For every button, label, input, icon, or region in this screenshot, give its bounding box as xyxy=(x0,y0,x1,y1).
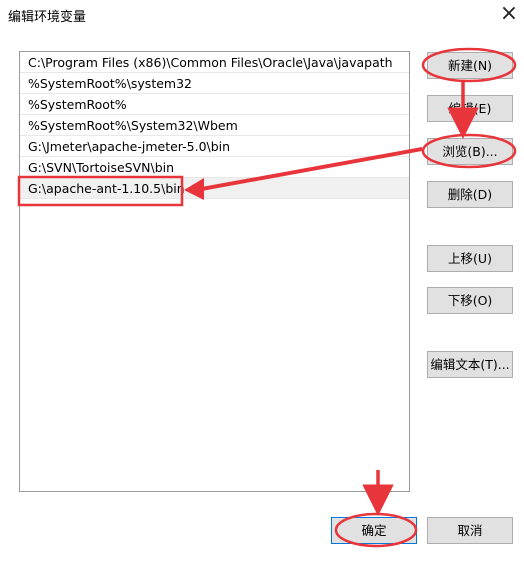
move-down-button[interactable]: 下移(O) xyxy=(427,287,513,314)
cancel-button[interactable]: 取消 xyxy=(427,517,513,544)
edit-button[interactable]: 编辑(E) xyxy=(427,95,513,122)
edit-text-button[interactable]: 编辑文本(T)... xyxy=(427,351,513,378)
new-button[interactable]: 新建(N) xyxy=(427,52,513,79)
move-up-button[interactable]: 上移(U) xyxy=(427,245,513,272)
delete-button[interactable]: 删除(D) xyxy=(427,181,513,208)
close-icon[interactable]: × xyxy=(494,0,524,28)
list-item[interactable]: G:\SVN\TortoiseSVN\bin xyxy=(20,157,409,178)
path-list[interactable]: C:\Program Files (x86)\Common Files\Orac… xyxy=(19,51,410,492)
edit-environment-variable-dialog: 编辑环境变量 × C:\Program Files (x86)\Common F… xyxy=(0,0,524,561)
list-item[interactable]: C:\Program Files (x86)\Common Files\Orac… xyxy=(20,52,409,73)
list-item[interactable]: %SystemRoot%\system32 xyxy=(20,73,409,94)
window-title: 编辑环境变量 xyxy=(8,10,87,25)
browse-button[interactable]: 浏览(B)... xyxy=(427,138,513,165)
list-item[interactable]: %SystemRoot%\System32\Wbem xyxy=(20,115,409,136)
ok-button[interactable]: 确定 xyxy=(331,517,417,544)
list-item[interactable]: G:\Jmeter\apache-jmeter-5.0\bin xyxy=(20,136,409,157)
list-item[interactable]: %SystemRoot% xyxy=(20,94,409,115)
list-item-selected[interactable]: G:\apache-ant-1.10.5\bin xyxy=(20,178,409,199)
